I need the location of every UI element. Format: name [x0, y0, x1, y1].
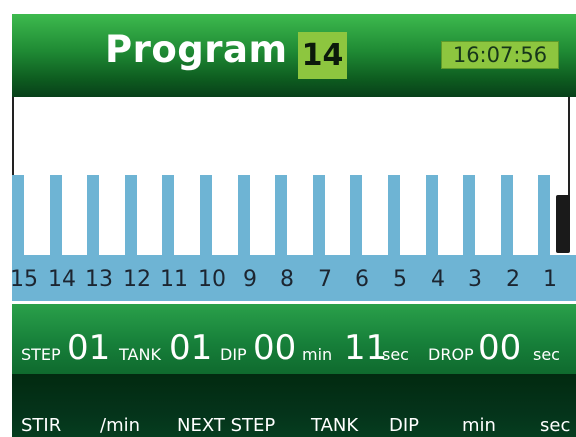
tank-label-11[interactable]: 11: [159, 267, 189, 292]
tank-wall: [538, 175, 550, 255]
dipper-wire: [568, 97, 570, 197]
tank-label-8[interactable]: 8: [272, 267, 302, 292]
stir-button[interactable]: STIR: [21, 415, 61, 436]
tank-label-15[interactable]: 15: [9, 267, 39, 292]
min-button[interactable]: min: [462, 415, 496, 436]
tank-label-4[interactable]: 4: [423, 267, 453, 292]
program-title: Program: [105, 28, 288, 71]
tank-label-5[interactable]: 5: [385, 267, 415, 292]
tank-label-12[interactable]: 12: [122, 267, 152, 292]
tank-wall: [388, 175, 400, 255]
tank-wall: [125, 175, 137, 255]
tank-label-10[interactable]: 10: [197, 267, 227, 292]
tank-label-1[interactable]: 1: [535, 267, 565, 292]
program-number-badge[interactable]: 14: [298, 32, 347, 79]
tank-diagram: 15 14 13 12 11 10 9 8 7 6 5 4 3 2 1: [9, 97, 576, 304]
tank-wall: [162, 175, 174, 255]
tank-label-7[interactable]: 7: [310, 267, 340, 292]
drop-label: DROP: [428, 345, 474, 364]
status-bar: STEP 01 TANK 01 DIP 00 min 11 sec DROP 0…: [12, 304, 576, 374]
dip-min-unit: min: [302, 345, 333, 364]
header-bar: Program 14 16:07:56: [12, 14, 576, 97]
tank-value: 01: [169, 328, 213, 368]
tank-button[interactable]: TANK: [311, 415, 358, 436]
sec-button[interactable]: sec: [540, 415, 570, 436]
tank-wall: [238, 175, 250, 255]
next-step-button[interactable]: NEXT STEP: [177, 415, 275, 436]
tank-label: TANK: [119, 345, 161, 364]
dip-button[interactable]: DIP: [389, 415, 419, 436]
tank-wall: [12, 175, 24, 255]
tank-label-6[interactable]: 6: [347, 267, 377, 292]
dip-label: DIP: [220, 345, 247, 364]
drop-value: 00: [478, 328, 522, 368]
tank-wall: [87, 175, 99, 255]
tank-label-3[interactable]: 3: [460, 267, 490, 292]
dipper-arm: [556, 195, 570, 253]
clock-display: 16:07:56: [441, 41, 559, 69]
tank-wall: [313, 175, 325, 255]
tank-wall: [275, 175, 287, 255]
tank-label-2[interactable]: 2: [498, 267, 528, 292]
tank-wall: [350, 175, 362, 255]
dip-min-value: 00: [253, 328, 297, 368]
stir-rate-button[interactable]: /min: [100, 415, 140, 436]
tank-wall: [200, 175, 212, 255]
step-label: STEP: [21, 345, 61, 364]
tank-label-9[interactable]: 9: [235, 267, 265, 292]
left-rail: [12, 97, 14, 175]
dip-sec-unit: sec: [382, 345, 409, 364]
tank-wall: [501, 175, 513, 255]
tank-wall: [463, 175, 475, 255]
softkey-bar: STIR /min NEXT STEP TANK DIP min sec: [12, 374, 576, 437]
tank-label-14[interactable]: 14: [47, 267, 77, 292]
drop-unit: sec: [533, 345, 560, 364]
tank-label-13[interactable]: 13: [84, 267, 114, 292]
tank-wall: [50, 175, 62, 255]
step-value: 01: [67, 328, 111, 368]
dip-sec-value: 11: [344, 328, 388, 368]
tank-wall: [426, 175, 438, 255]
